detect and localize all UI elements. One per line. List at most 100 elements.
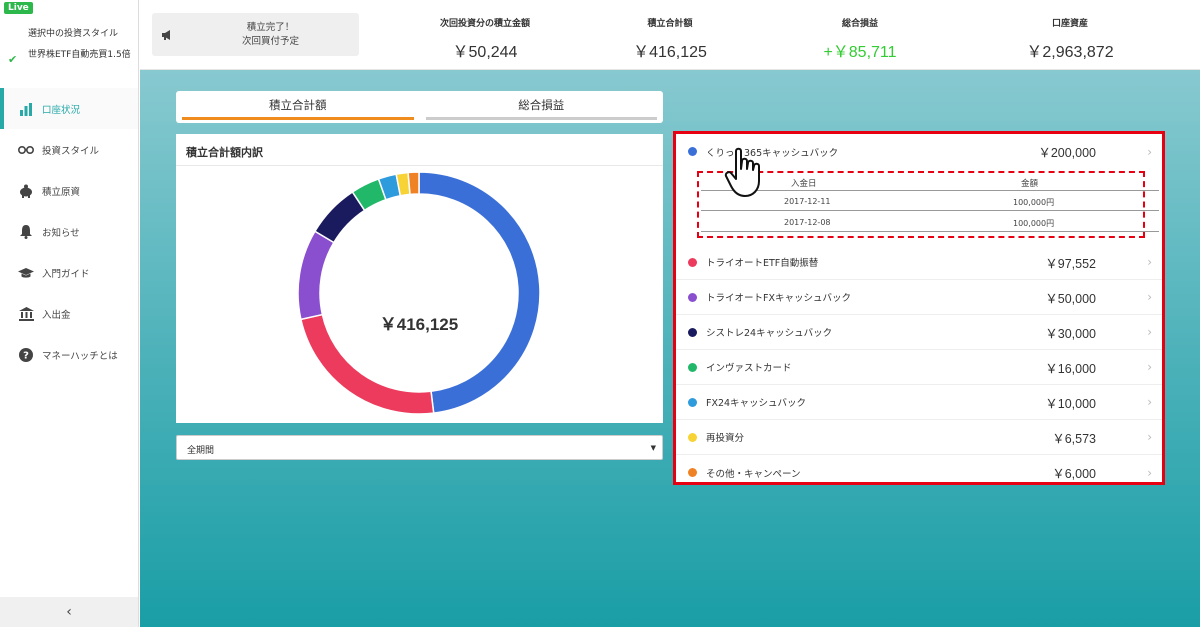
sidebar-item-label: 入出金 (42, 309, 71, 321)
item-amount: ￥10,000 (1045, 396, 1096, 411)
sidebar-item-news[interactable]: お知らせ (0, 211, 138, 252)
list-item[interactable]: その他・キャンペーン ￥6,000 › (676, 455, 1162, 490)
detail-date: 2017-12-11 (784, 197, 831, 206)
stat-label: 次回投資分の積立金額 (439, 19, 530, 29)
donut-chart: ￥416,125 (297, 171, 541, 415)
style-row[interactable]: ✔ 世界株ETF自動売買1.5倍 (8, 47, 134, 66)
detail-date: 2017-12-08 (784, 218, 831, 227)
legend-dot (688, 468, 697, 477)
detail-amount: 100,000円 (1013, 219, 1055, 228)
chart-tabs: 積立合計額 総合損益 (176, 91, 663, 123)
item-amount: ￥50,000 (1045, 291, 1096, 306)
sidebar: Live 選択中の投資スタイル ✔ 世界株ETF自動売買1.5倍 口座状況 投資… (0, 0, 139, 627)
stat-total-savings: 積立合計額 ￥416,125 (595, 16, 745, 62)
tab-label: 総合損益 (518, 98, 565, 112)
style-value: 世界株ETF自動売買1.5倍 (28, 50, 131, 60)
list-item[interactable]: トライオートFXキャッシュバック ￥50,000 › (676, 280, 1162, 315)
sidebar-item-label: 入門ガイド (42, 268, 90, 280)
chart-title: 積立合計額内訳 (176, 134, 663, 166)
detail-row: 2017-12-11 100,000円 (701, 191, 1159, 211)
header: 積立完了！ 次回買付予定 次回投資分の積立金額 ￥50,244 積立合計額 ￥4… (140, 0, 1200, 70)
stat-next-investment: 次回投資分の積立金額 ￥50,244 (405, 16, 565, 62)
stat-label: 積立合計額 (647, 19, 693, 29)
tab-label: 積立合計額 (269, 98, 327, 112)
item-amount: ￥200,000 (1038, 146, 1096, 160)
notice-line2: 次回買付予定 (241, 35, 299, 47)
detail-row: 2017-12-08 100,000円 (701, 212, 1159, 232)
item-amount: ￥30,000 (1045, 326, 1096, 341)
sidebar-item-funding[interactable]: 積立原資 (0, 170, 138, 211)
period-select-value: 全期間 (187, 446, 215, 456)
chevron-right-icon: › (1147, 290, 1152, 304)
bell-icon (18, 224, 34, 240)
bar-chart-icon (18, 101, 34, 117)
legend-dot (688, 397, 697, 407)
chevron-left-icon: ‹ (66, 604, 72, 620)
sidebar-item-label: マネーハッチとは (42, 350, 118, 362)
sidebar-item-label: 口座状況 (42, 104, 81, 116)
sidebar-item-label: お知らせ (42, 227, 80, 239)
sidebar-item-guide[interactable]: 入門ガイド (0, 252, 138, 293)
chevron-right-icon: › (1147, 360, 1152, 374)
item-amount: ￥6,000 (1052, 467, 1096, 481)
stat-label: 口座資産 (1051, 19, 1088, 29)
list-item[interactable]: FX24キャッシュバック ￥10,000 › (676, 385, 1162, 420)
sidebar-item-deposit-withdraw[interactable]: 入出金 (0, 293, 138, 334)
notice-line1: 積立完了！ (246, 21, 295, 33)
chevron-right-icon: › (1147, 430, 1152, 444)
detail-header-date: 入金日 (791, 179, 817, 189)
glasses-icon (18, 142, 34, 158)
tab-total-savings[interactable]: 積立合計額 (176, 91, 420, 123)
main-content: 積立合計額 総合損益 積立合計額内訳 ￥416,125 全期間 ▼ くりっく36… (140, 70, 1200, 627)
breakdown-list: くりっく365キャッシュバック ￥200,000 › 入金日 金額 2017-1… (676, 134, 1162, 490)
legend-dot (688, 147, 697, 156)
sidebar-item-account-status[interactable]: 口座状況 (0, 88, 138, 129)
check-icon: ✔ (8, 53, 18, 66)
svg-text:?: ? (23, 350, 29, 361)
live-badge: Live (4, 2, 33, 14)
period-select[interactable]: 全期間 ▼ (176, 435, 663, 460)
list-item[interactable]: シストレ24キャッシュバック ￥30,000 › (676, 315, 1162, 350)
megaphone-icon (152, 29, 182, 40)
detail-header-amount: 金額 (1021, 179, 1039, 189)
legend-dot (688, 362, 697, 372)
style-label: 選択中の投資スタイル (28, 29, 119, 39)
sidebar-item-label: 積立原資 (42, 186, 81, 198)
stat-value: ￥416,125 (633, 44, 707, 61)
tab-total-profit[interactable]: 総合損益 (420, 91, 664, 123)
legend-dot (688, 292, 697, 302)
sidebar-item-investment-style[interactable]: 投資スタイル (0, 129, 138, 170)
donut-slice-8[interactable] (407, 171, 420, 196)
item-amount: ￥97,552 (1045, 256, 1096, 271)
chevron-right-icon: › (1147, 144, 1152, 159)
chart-card: 積立合計額内訳 ￥416,125 (176, 134, 663, 423)
pointer-hand-icon (724, 147, 760, 197)
sidebar-collapse-button[interactable]: ‹ (0, 597, 138, 627)
caret-down-icon: ▼ (650, 444, 656, 452)
graduation-cap-icon (18, 265, 34, 281)
stat-total-profit: 総合損益 +￥85,711 (785, 16, 935, 62)
list-item[interactable]: インヴァストカード ￥16,000 › (676, 350, 1162, 385)
item-amount: ￥6,573 (1052, 431, 1096, 446)
notice-text: 積立完了！ 次回買付予定 (182, 21, 359, 49)
list-item[interactable]: トライオートETF自動振替 ￥97,552 › (676, 245, 1162, 280)
deposit-detail: 入金日 金額 2017-12-11 100,000円 2017-12-08 10… (676, 147, 1162, 245)
tab-underline (182, 117, 414, 120)
sidebar-nav: 口座状況 投資スタイル 積立原資 お知らせ 入門ガイド 入出金 ? マネーハッチ… (0, 88, 138, 375)
tab-underline (425, 117, 657, 120)
notice-banner[interactable]: 積立完了！ 次回買付予定 (152, 13, 359, 56)
breakdown-list-highlight: くりっく365キャッシュバック ￥200,000 › 入金日 金額 2017-1… (673, 131, 1165, 485)
chevron-right-icon: › (1147, 325, 1152, 339)
detail-amount: 100,000円 (1013, 198, 1055, 207)
donut-slice-3[interactable] (297, 230, 335, 321)
bank-icon (18, 306, 34, 322)
stat-value: ￥50,244 (452, 44, 518, 61)
list-item[interactable]: 再投資分 ￥6,573 › (676, 420, 1162, 455)
question-icon: ? (18, 347, 34, 363)
chevron-right-icon: › (1147, 255, 1152, 269)
sidebar-item-about[interactable]: ? マネーハッチとは (0, 334, 138, 375)
current-style: 選択中の投資スタイル ✔ 世界株ETF自動売買1.5倍 (8, 26, 134, 66)
donut-slice-1[interactable] (418, 171, 541, 414)
chevron-right-icon: › (1147, 465, 1152, 480)
stat-value: ￥2,963,872 (1026, 44, 1114, 61)
